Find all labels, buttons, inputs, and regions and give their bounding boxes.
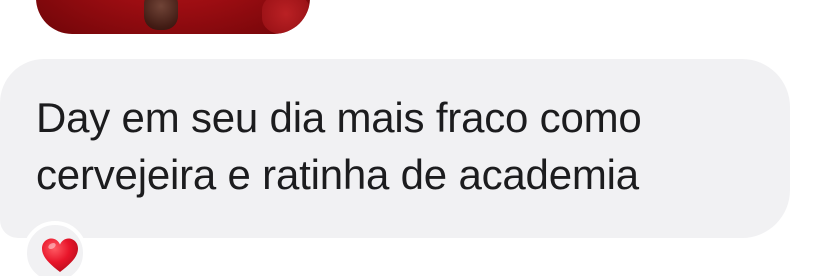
image-attachment[interactable] [36, 0, 310, 34]
chat-view: Day em seu dia mais fraco como cervejeir… [0, 0, 829, 276]
image-detail [144, 0, 178, 30]
heart-icon [42, 238, 78, 272]
reaction-badge[interactable] [23, 221, 87, 276]
image-detail [262, 0, 310, 34]
message-bubble[interactable]: Day em seu dia mais fraco como cervejeir… [0, 59, 790, 238]
message-text: Day em seu dia mais fraco como cervejeir… [36, 94, 642, 198]
